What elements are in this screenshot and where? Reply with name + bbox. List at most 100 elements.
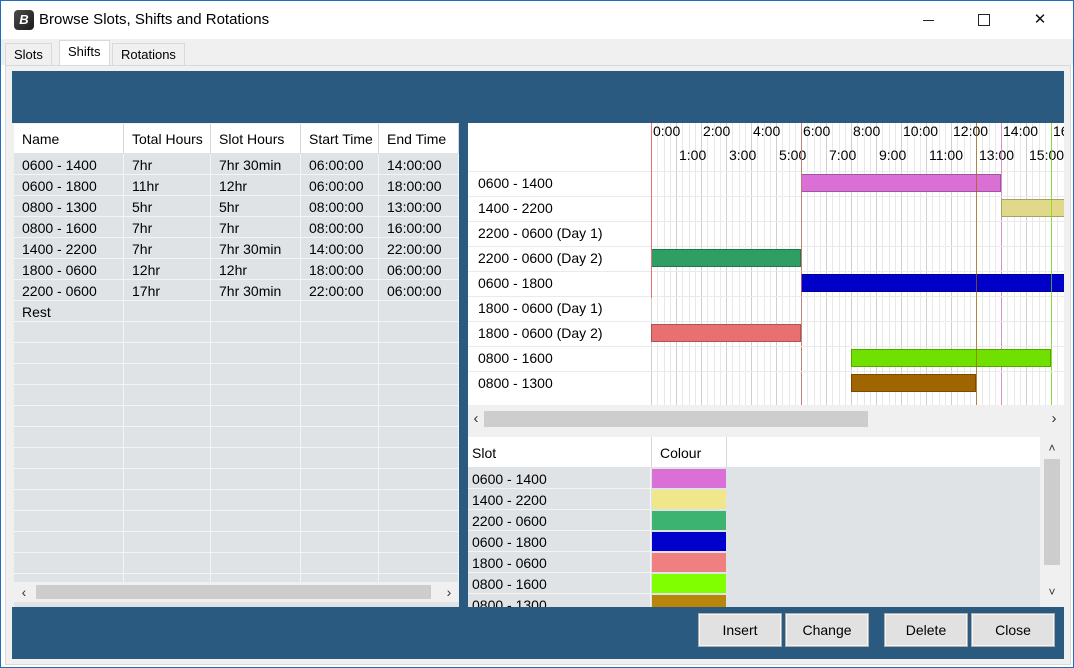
scroll-up-icon[interactable]: ˄ [1040, 441, 1064, 455]
table-cell: 22:00:00 [301, 280, 379, 301]
table-cell: 7hr [124, 154, 211, 175]
column-header[interactable]: End Time [379, 124, 459, 153]
hour-tick-label: 14:00 [1003, 123, 1039, 139]
table-cell [301, 385, 379, 406]
table-row[interactable]: 2200 - 0600 17hr 7hr 30min 22:00:00 06:00:00 [14, 280, 459, 301]
table-cell [14, 385, 124, 406]
hour-tick-label: 0:00 [653, 123, 681, 139]
scroll-left-icon[interactable]: ‹ [468, 410, 484, 427]
column-header-slot[interactable]: Slot [468, 437, 652, 467]
shift-bar[interactable] [851, 374, 976, 392]
colour-swatch[interactable] [652, 469, 726, 488]
grid-line [813, 123, 815, 405]
table-cell: 7hr [124, 238, 211, 259]
list-item[interactable]: 0600 - 1400 [468, 468, 1040, 489]
splitter[interactable] [459, 123, 468, 607]
close-window-button[interactable]: ✕ [1017, 1, 1063, 39]
change-button[interactable]: Change [785, 613, 869, 647]
table-cell: 2200 - 0600 [14, 280, 124, 301]
empty-row [14, 322, 459, 343]
list-item[interactable]: 0800 - 1300 [468, 594, 1040, 607]
table-cell [301, 448, 379, 469]
row-divider [468, 346, 1064, 347]
shift-bar[interactable] [651, 324, 801, 342]
scroll-thumb[interactable] [1044, 459, 1060, 565]
colour-swatch[interactable] [652, 595, 726, 607]
tab-slots[interactable]: Slots [5, 43, 52, 65]
minimize-button[interactable] [905, 1, 951, 39]
shift-timeline: 0:00 2:00 4:00 6:00 8:00 10:00 12:00 14:00 16 1:0… [468, 123, 1064, 405]
grid-line [1057, 123, 1059, 405]
shifts-grid-hscrollbar[interactable]: ‹ › [14, 582, 459, 602]
table-cell: 17hr [124, 280, 211, 301]
table-cell [379, 343, 459, 364]
shift-bar[interactable] [1001, 199, 1064, 217]
table-cell: 06:00:00 [301, 175, 379, 196]
column-header[interactable]: Slot Hours [211, 124, 301, 153]
empty-row [14, 532, 459, 553]
table-cell [301, 427, 379, 448]
shift-bar[interactable] [851, 349, 1051, 367]
shift-bar[interactable] [651, 249, 801, 267]
delete-button[interactable]: Delete [884, 613, 968, 647]
table-cell [379, 406, 459, 427]
app-logo-icon: B [14, 10, 34, 30]
table-cell [14, 364, 124, 385]
hour-tick-label: 2:00 [703, 123, 731, 139]
table-row[interactable]: 1400 - 2200 7hr 7hr 30min 14:00:00 22:00:00 [14, 238, 459, 259]
table-cell: 06:00:00 [379, 280, 459, 301]
table-cell [14, 343, 124, 364]
column-header[interactable]: Name [14, 124, 124, 153]
table-row[interactable]: 0600 - 1800 11hr 12hr 06:00:00 18:00:00 [14, 175, 459, 196]
colour-grid-vscrollbar[interactable]: ˄ ˅ [1040, 437, 1064, 607]
tab-shifts[interactable]: Shifts [59, 40, 110, 66]
scroll-left-icon[interactable]: ‹ [16, 584, 32, 600]
table-row[interactable]: 1800 - 0600 12hr 12hr 18:00:00 06:00:00 [14, 259, 459, 280]
slot-name: 0600 - 1800 [468, 531, 651, 552]
insert-button[interactable]: Insert [698, 613, 782, 647]
table-row[interactable]: 0800 - 1600 7hr 7hr 08:00:00 16:00:00 [14, 217, 459, 238]
tab-rotations[interactable]: Rotations [112, 43, 185, 65]
shift-bar[interactable] [801, 174, 1001, 192]
empty-row [14, 511, 459, 532]
table-cell [211, 427, 301, 448]
maximize-button[interactable] [961, 1, 1007, 39]
timeline-hscrollbar[interactable]: ‹ › [468, 405, 1064, 433]
list-item[interactable]: 2200 - 0600 [468, 510, 1040, 531]
table-cell [379, 427, 459, 448]
table-row[interactable]: Rest [14, 301, 459, 322]
colour-swatch[interactable] [652, 532, 726, 551]
table-cell [124, 406, 211, 427]
table-cell [301, 553, 379, 574]
scroll-thumb[interactable] [36, 585, 431, 599]
table-row[interactable]: 0600 - 1400 7hr 7hr 30min 06:00:00 14:00:00 [14, 154, 459, 175]
list-item[interactable]: 1800 - 0600 [468, 552, 1040, 573]
table-cell [124, 364, 211, 385]
column-header[interactable]: Start Time [301, 124, 379, 153]
table-cell: 18:00:00 [379, 175, 459, 196]
shift-bar[interactable] [801, 274, 1064, 292]
empty-row [14, 406, 459, 427]
table-cell: 7hr 30min [211, 238, 301, 259]
colour-swatch[interactable] [652, 553, 726, 572]
colour-swatch[interactable] [652, 574, 726, 593]
list-item[interactable]: 0800 - 1600 [468, 573, 1040, 594]
scroll-thumb[interactable] [484, 411, 868, 427]
list-item[interactable]: 1400 - 2200 [468, 489, 1040, 510]
column-header[interactable]: Total Hours [124, 124, 211, 153]
list-item[interactable]: 0600 - 1800 [468, 531, 1040, 552]
scroll-down-icon[interactable]: ˅ [1040, 585, 1064, 599]
scroll-right-icon[interactable]: › [441, 584, 457, 600]
table-cell [124, 553, 211, 574]
colour-swatch[interactable] [652, 511, 726, 530]
empty-row [14, 448, 459, 469]
table-cell [124, 301, 211, 322]
column-header-colour[interactable]: Colour [652, 437, 727, 467]
scroll-right-icon[interactable]: › [1046, 410, 1062, 427]
colour-swatch[interactable] [652, 490, 726, 509]
hour-tick-label: 4:00 [753, 123, 781, 139]
table-cell: 0600 - 1800 [14, 175, 124, 196]
close-button[interactable]: Close [971, 613, 1055, 647]
table-row[interactable]: 0800 - 1300 5hr 5hr 08:00:00 13:00:00 [14, 196, 459, 217]
window-title: Browse Slots, Shifts and Rotations [39, 11, 270, 28]
